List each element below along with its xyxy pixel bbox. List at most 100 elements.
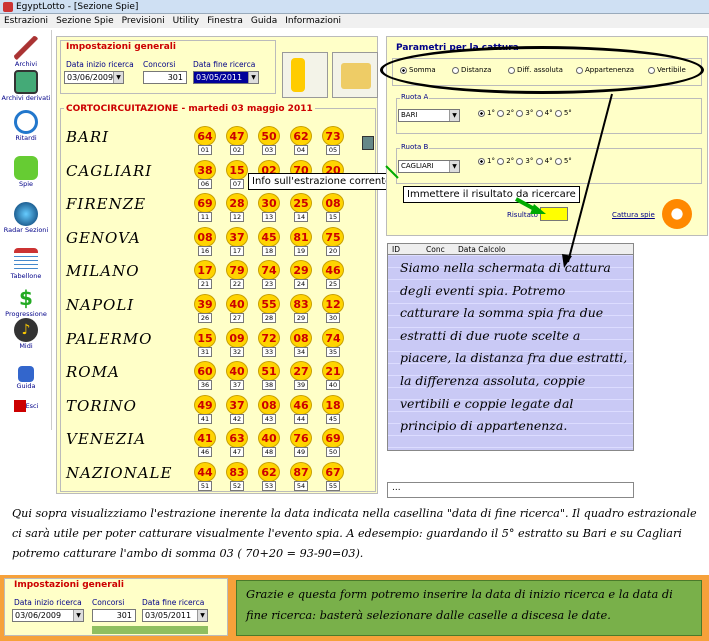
number-bulb[interactable]: 76 49: [290, 428, 312, 458]
position-index: 32: [230, 346, 244, 357]
number-bulb[interactable]: 62 53: [258, 462, 280, 492]
number-bulb[interactable]: 28 12: [226, 193, 248, 223]
number-bulb[interactable]: 37 42: [226, 394, 248, 425]
col-data[interactable]: Data Calcolo: [458, 245, 506, 254]
sidebar-item-progressione[interactable]: $ Progressione: [0, 286, 52, 318]
number-bulb[interactable]: 39 26: [194, 294, 216, 324]
ruota-b-positions[interactable]: 1° 2° 3° 4° 5°: [478, 157, 572, 165]
data-inizio-select[interactable]: 03/06/2009 ▼: [64, 71, 124, 84]
sidebar-item-archivi[interactable]: Archivi: [0, 36, 52, 68]
risultato-input[interactable]: [540, 207, 568, 221]
position-index: 46: [198, 447, 212, 458]
menu-sezione-spie[interactable]: Sezione Spie: [52, 16, 118, 26]
number-bulb[interactable]: 40 27: [226, 294, 248, 324]
number-bulb[interactable]: 08 34: [290, 327, 312, 358]
sidebar-item-archivi-derivati[interactable]: Archivi derivati: [0, 70, 52, 102]
number-bulb[interactable]: 81 19: [290, 226, 312, 257]
col-conc[interactable]: Conc: [426, 245, 445, 254]
window-title: EgyptLotto - [Sezione Spie]: [16, 1, 139, 12]
mini-data-inizio[interactable]: 03/06/2009 ▼: [12, 609, 84, 622]
number-bulb[interactable]: 51 38: [258, 361, 280, 391]
number-bulb[interactable]: 74 23: [258, 260, 280, 290]
number-bulb[interactable]: 47 02: [226, 126, 248, 156]
number-bulb[interactable]: 74 35: [322, 327, 344, 358]
number-bulb[interactable]: 45 18: [258, 226, 280, 257]
number-bulb[interactable]: 75 20: [322, 226, 344, 257]
number-bulb[interactable]: 55 28: [258, 294, 280, 324]
sidebar-item-midi[interactable]: ♪ Midi: [0, 318, 52, 350]
number-bulb[interactable]: 60 36: [194, 361, 216, 391]
extracted-number: 60: [194, 361, 216, 382]
number-bulb[interactable]: 40 37: [226, 361, 248, 391]
traffic-light-button[interactable]: [282, 52, 328, 98]
mini-concorsi[interactable]: 301: [92, 609, 136, 622]
sidebar-item-radar[interactable]: Radar Sezioni: [0, 202, 52, 234]
col-id[interactable]: ID: [392, 245, 400, 254]
number-bulb[interactable]: 73 05: [322, 126, 344, 156]
number-bulb[interactable]: 67 55: [322, 462, 344, 492]
menu-informazioni[interactable]: Informazioni: [281, 16, 345, 26]
number-bulb[interactable]: 64 01: [194, 126, 216, 156]
mini-title: Impostazioni generali: [14, 580, 124, 590]
sidebar-item-tabellone[interactable]: Tabellone: [0, 248, 52, 280]
sidebar-item-spie[interactable]: Spie: [0, 156, 52, 188]
impostazioni-title: Impostazioni generali: [66, 42, 176, 52]
sidebar-item-guida[interactable]: Guida: [0, 366, 52, 390]
sidebar-item-esci[interactable]: Esci: [0, 400, 52, 412]
number-bulb[interactable]: 83 52: [226, 462, 248, 492]
info-button[interactable]: [362, 136, 374, 150]
sidebar-item-ritardi[interactable]: Ritardi: [0, 110, 52, 142]
number-bulb[interactable]: 69 11: [194, 193, 216, 223]
number-bulb[interactable]: 49 41: [194, 394, 216, 425]
position-index: 14: [294, 212, 308, 223]
number-bulb[interactable]: 63 47: [226, 428, 248, 458]
radar-icon: [14, 202, 38, 226]
ruota-a-positions[interactable]: 1° 2° 3° 4° 5°: [478, 109, 572, 117]
menu-previsioni[interactable]: Previsioni: [118, 16, 169, 26]
number-bulb[interactable]: 12 30: [322, 294, 344, 324]
number-bulb[interactable]: 50 03: [258, 126, 280, 156]
ruota-b-select[interactable]: CAGLIARI ▼: [398, 160, 460, 173]
number-bulb[interactable]: 37 17: [226, 226, 248, 257]
number-bulb[interactable]: 09 32: [226, 327, 248, 358]
number-bulb[interactable]: 08 43: [258, 394, 280, 425]
open-folder-button[interactable]: [332, 52, 378, 98]
data-fine-select[interactable]: 03/05/2011 ▼: [193, 71, 259, 84]
number-bulb[interactable]: 41 46: [194, 428, 216, 458]
concorsi-input[interactable]: 301: [143, 71, 187, 84]
position-index: 44: [294, 413, 308, 424]
menu-utility[interactable]: Utility: [169, 16, 203, 26]
number-bulb[interactable]: 21 40: [322, 361, 344, 391]
number-bulb[interactable]: 40 48: [258, 428, 280, 458]
menu-finestra[interactable]: Finestra: [203, 16, 247, 26]
menu-estrazioni[interactable]: Estrazioni: [0, 16, 52, 26]
number-bulb[interactable]: 72 33: [258, 327, 280, 358]
cattura-spie-link[interactable]: Cattura spie: [612, 211, 655, 219]
number-bulb[interactable]: 46 44: [290, 394, 312, 425]
number-bulb[interactable]: 46 25: [322, 260, 344, 290]
number-bulb[interactable]: 83 29: [290, 294, 312, 324]
number-bulb[interactable]: 15 07: [226, 159, 248, 190]
number-bulb[interactable]: 15 31: [194, 327, 216, 358]
position-index: 40: [326, 380, 340, 391]
number-bulb[interactable]: 69 50: [322, 428, 344, 458]
number-bulb[interactable]: 08 15: [322, 193, 344, 223]
number-bulb[interactable]: 30 13: [258, 193, 280, 223]
number-bulb[interactable]: 79 22: [226, 260, 248, 290]
number-bulb[interactable]: 29 24: [290, 260, 312, 290]
ruota-a-select[interactable]: BARI ▼: [398, 109, 460, 122]
extracted-number: 69: [194, 193, 216, 214]
number-bulb[interactable]: 87 54: [290, 462, 312, 492]
clock-icon: [14, 110, 38, 134]
number-bulb[interactable]: 44 51: [194, 462, 216, 492]
number-bulb[interactable]: 25 14: [290, 193, 312, 223]
number-bulb[interactable]: 38 06: [194, 159, 216, 190]
number-bulb[interactable]: 27 39: [290, 361, 312, 391]
number-bulb[interactable]: 08 16: [194, 226, 216, 257]
mini-data-fine[interactable]: 03/05/2011 ▼: [142, 609, 208, 622]
sunburst-button[interactable]: [662, 199, 692, 229]
menu-guida[interactable]: Guida: [247, 16, 281, 26]
number-bulb[interactable]: 17 21: [194, 260, 216, 290]
number-bulb[interactable]: 62 04: [290, 126, 312, 156]
number-bulb[interactable]: 18 45: [322, 394, 344, 425]
